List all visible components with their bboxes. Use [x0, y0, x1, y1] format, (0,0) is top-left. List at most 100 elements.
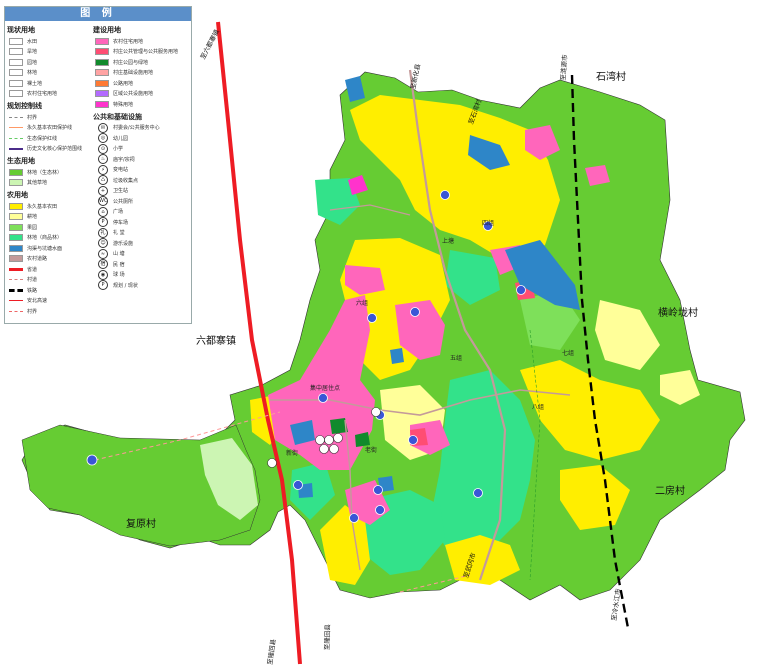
construction-land-item-6: 特殊用地	[91, 99, 191, 110]
construction-land-label: 村庄公共管理与公共服务用地	[113, 49, 179, 56]
facility-icon-9[interactable]	[440, 190, 450, 200]
facility-label: 庙宇/宗祠	[113, 156, 135, 163]
control-line-label: 生态保护红线	[27, 135, 58, 142]
agri-3-swatch	[9, 234, 23, 242]
road-to-longhui-a: 至隆回县	[322, 624, 332, 651]
plaza-icon[interactable]	[319, 444, 329, 454]
eco-land-item-1: 其他草地	[5, 178, 91, 189]
place-qizu: 七组	[562, 350, 575, 357]
facility-label: 民 宿	[113, 261, 125, 268]
eco-land-label: 其他草地	[27, 180, 48, 187]
toilet-icon[interactable]	[324, 435, 334, 445]
facility-item-12: ≈ 山 塘	[91, 248, 191, 260]
control-line-label: 村界	[27, 114, 38, 121]
agri-land-item-1: 耕地	[5, 212, 91, 223]
control-line-item-2: 生态保护红线	[5, 133, 91, 144]
facility-label: 村委会/公共服务中心	[113, 125, 160, 132]
agri-land-item-3: 林地（商品林）	[5, 233, 91, 244]
agri-1-swatch	[9, 213, 23, 221]
facility-icon-10[interactable]	[473, 488, 483, 498]
construction-land-label: 农村住宅用地	[113, 38, 144, 45]
facility-label: 公共厕所	[113, 198, 134, 205]
heritage-line-line	[9, 147, 23, 150]
facility-item-11: ☺ 游乐设施	[91, 238, 191, 249]
agri-land-label: 农村道路	[27, 256, 48, 263]
place-xinjie: 新街	[286, 450, 299, 457]
agri-land-label: 耕地	[27, 214, 38, 221]
substation-icon[interactable]	[267, 458, 277, 468]
parking-icon[interactable]	[315, 435, 325, 445]
facility-icon-1[interactable]	[86, 454, 98, 466]
village-fuyuan: 复原村	[126, 519, 156, 530]
facility-item-0: ✉ 村委会/公共服务中心	[91, 122, 191, 134]
eco-land-label: 林地（生态林）	[27, 169, 63, 176]
facility-label: 垃圾收集点	[113, 177, 139, 184]
facility-label: 变电站	[113, 167, 129, 174]
facility-icon-8[interactable]	[408, 435, 418, 445]
road-2-line	[9, 288, 23, 292]
agri-land-label: 沟渠与坑塘水面	[27, 245, 63, 252]
facility-legend-icon: 宿	[98, 259, 108, 270]
facility-label: 游乐设施	[113, 240, 134, 247]
construction-land-label: 区域公共设施用地	[113, 91, 154, 98]
control-line-item-0: 村界	[5, 112, 91, 123]
current-land-item-2: 园地	[5, 57, 91, 68]
current-forest-swatch	[9, 69, 23, 77]
legend-section-agri: 农用地	[7, 191, 28, 199]
current-bare-swatch	[9, 79, 23, 87]
facility-legend-icon: ⚡	[98, 164, 108, 175]
facility-legend-icon: ✉	[98, 122, 108, 133]
construction-land-label: 村庄公园与绿地	[113, 59, 149, 66]
facility-item-8: ⌂ 广场	[91, 206, 191, 218]
facility-item-3: ♨ 庙宇/宗祠	[91, 154, 191, 165]
road-type-item-2: 铁路	[5, 285, 91, 296]
facility-legend-icon: ≈	[98, 248, 108, 259]
hall-icon[interactable]	[329, 444, 339, 454]
facility-legend-icon: ♨	[98, 154, 108, 165]
agri-4-swatch	[9, 244, 23, 252]
facility-item-1: ◎ 幼儿园	[91, 133, 191, 144]
facility-icon-3[interactable]	[293, 480, 303, 490]
clinic-icon[interactable]	[333, 433, 343, 443]
facility-icon-7[interactable]	[410, 307, 420, 317]
facility-icon-11[interactable]	[516, 285, 526, 295]
facility-label: 广场	[113, 209, 124, 216]
road-1-line	[9, 279, 23, 281]
facility-icon-5[interactable]	[375, 505, 385, 515]
facility-item-15: P 规划 / 现状	[91, 280, 191, 291]
road-type-item-0: 省道	[5, 264, 91, 275]
facility-icon-4[interactable]	[349, 513, 359, 523]
place-laojie: 老街	[365, 447, 378, 454]
construction-5-swatch	[95, 90, 109, 98]
facility-item-6: + 卫生站	[91, 185, 191, 197]
road-type-item-4: 村界	[5, 306, 91, 317]
facility-icon-14[interactable]	[373, 485, 383, 495]
place-wujie: 五组	[450, 355, 463, 362]
agri-2-swatch	[9, 223, 23, 231]
road-type-label: 安北高速	[27, 298, 48, 305]
construction-land-item-5: 区域公共设施用地	[91, 89, 191, 100]
legend-title: 图 例	[5, 7, 191, 21]
current-land-label: 旱地	[27, 49, 38, 56]
substation-icon-2[interactable]	[371, 407, 381, 417]
road-0-line	[9, 267, 23, 271]
facility-icon-2[interactable]	[318, 393, 328, 403]
village-hengling: 横岭垅村	[658, 308, 698, 319]
facility-label: 小学	[113, 146, 124, 153]
legend-section-control: 规划控制线	[7, 102, 42, 110]
construction-2-swatch	[95, 58, 109, 66]
construction-land-item-0: 农村住宅用地	[91, 36, 191, 47]
current-rural-housing-swatch	[9, 90, 23, 98]
facility-legend-icon: +	[98, 185, 108, 196]
facility-legend-icon: ☺	[98, 238, 108, 249]
place-liuzu: 六组	[356, 300, 369, 307]
road-type-item-1: 村道	[5, 275, 91, 286]
facility-item-9: P 停车场	[91, 217, 191, 228]
control-line-label: 永久基本农田保护线	[27, 125, 73, 132]
facility-label: 卫生站	[113, 188, 129, 195]
current-land-item-0: 水田	[5, 36, 91, 47]
facility-legend-icon: WC	[98, 196, 108, 207]
village-shiwan: 石湾村	[596, 72, 626, 83]
facility-icon-13[interactable]	[367, 313, 377, 323]
agri-land-item-4: 沟渠与坑塘水面	[5, 243, 91, 254]
